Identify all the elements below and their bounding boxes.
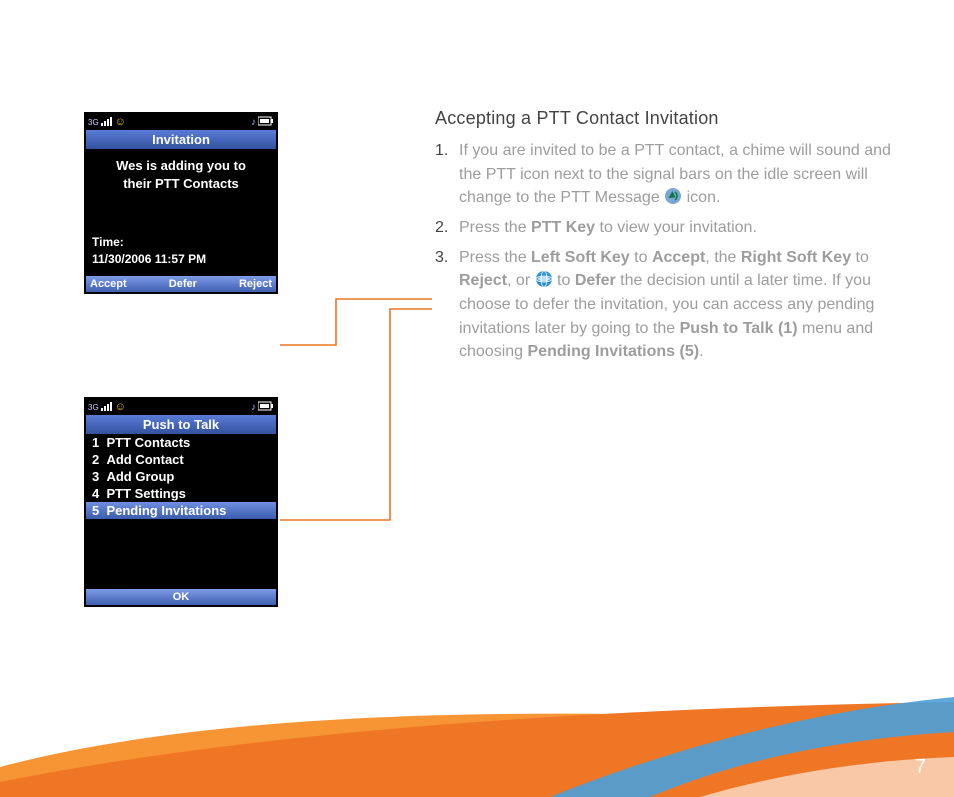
menu-item-ptt-contacts[interactable]: 1 PTT Contacts xyxy=(86,434,276,451)
phone-screen-ptt-menu: 3G ☺ ♪ Push to Talk 1 PTT Contacts 2 Add… xyxy=(84,397,278,607)
softkey-bar: Accept Defer Reject xyxy=(86,276,276,292)
signal-icon xyxy=(101,398,113,416)
network-3g-icon: 3G xyxy=(88,403,99,412)
ptt-message-icon xyxy=(664,187,682,205)
smiley-icon: ☺ xyxy=(115,401,126,413)
menu-list: 1 PTT Contacts 2 Add Contact 3 Add Group… xyxy=(86,434,276,589)
softkey-defer[interactable]: Defer xyxy=(169,278,197,290)
menu-item-add-contact[interactable]: 2 Add Contact xyxy=(86,451,276,468)
smiley-icon: ☺ xyxy=(115,116,126,128)
section-heading: Accepting a PTT Contact Invitation xyxy=(435,108,905,129)
music-icon: ♪ xyxy=(251,402,256,413)
status-bar: 3G ☺ ♪ xyxy=(86,114,276,130)
globe-icon xyxy=(535,270,553,288)
step-2: Press the PTT Key to view your invitatio… xyxy=(435,216,905,240)
page-number: 7 xyxy=(915,756,926,779)
softkey-bar: OK xyxy=(86,589,276,605)
invitation-text-line1: Wes is adding you to xyxy=(92,157,270,175)
time-label: Time: xyxy=(92,234,270,251)
softkey-accept[interactable]: Accept xyxy=(90,278,127,290)
step-1: If you are invited to be a PTT contact, … xyxy=(435,139,905,210)
instruction-content: Accepting a PTT Contact Invitation If yo… xyxy=(435,108,905,370)
menu-item-ptt-settings[interactable]: 4 PTT Settings xyxy=(86,485,276,502)
softkey-reject[interactable]: Reject xyxy=(239,278,272,290)
battery-icon xyxy=(258,398,274,416)
softkey-ok[interactable]: OK xyxy=(173,591,190,603)
invitation-text-line2: their PTT Contacts xyxy=(92,175,270,193)
menu-item-add-group[interactable]: 3 Add Group xyxy=(86,468,276,485)
phone-screen-invitation: 3G ☺ ♪ Invitation Wes is adding you to t… xyxy=(84,112,278,294)
battery-icon xyxy=(258,113,274,131)
step-3: Press the Left Soft Key to Accept, the R… xyxy=(435,246,905,364)
screen-title: Invitation xyxy=(86,130,276,149)
menu-item-pending-invitations[interactable]: 5 Pending Invitations xyxy=(86,502,276,519)
music-icon: ♪ xyxy=(251,117,256,128)
signal-icon xyxy=(101,113,113,131)
page-footer-swoosh xyxy=(0,647,954,797)
screen-title: Push to Talk xyxy=(86,415,276,434)
time-value: 11/30/2006 11:57 PM xyxy=(92,251,270,268)
status-bar: 3G ☺ ♪ xyxy=(86,399,276,415)
network-3g-icon: 3G xyxy=(88,118,99,127)
screen-body: Wes is adding you to their PTT Contacts … xyxy=(86,149,276,276)
